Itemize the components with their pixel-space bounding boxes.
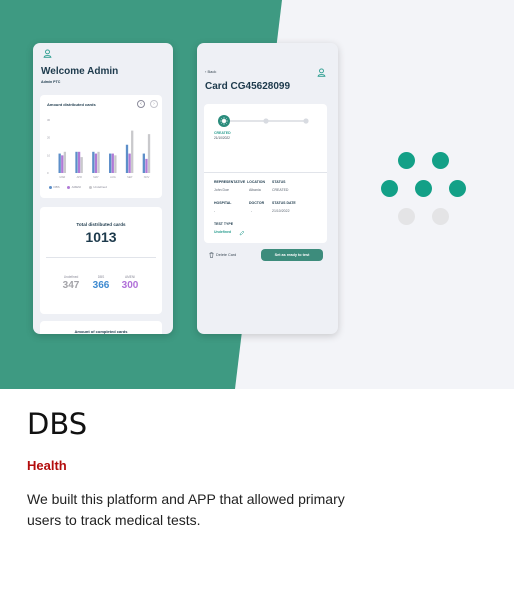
legend-swatch <box>88 185 92 189</box>
dashboard-screen: Welcome Admin Admin PTC Amount distribut… <box>33 43 173 334</box>
divider <box>204 172 327 173</box>
header-doctor: DOCTOR <box>249 201 265 205</box>
bar-chart: 30 20 10 0 MAR APR MAY AUG SEP NOV <box>47 118 151 179</box>
x-tick-label: MAR <box>60 175 66 179</box>
bar-ameni <box>61 155 64 173</box>
hero-section: Welcome Admin Admin PTC Amount distribut… <box>0 0 514 389</box>
header-representative: REPRESENTATIVE <box>214 180 246 184</box>
trash-icon <box>209 252 214 258</box>
stat-ameni: AMENI 300 <box>115 275 145 291</box>
total-label: Total distributed cards <box>76 222 126 227</box>
y-tick-label: 10 <box>47 153 51 157</box>
project-category: Health <box>27 458 67 473</box>
x-tick-label: AUG <box>110 175 116 179</box>
card-detail-panel: CREATED 21/10/2022 REPRESENTATIVE LOCATI… <box>204 104 327 243</box>
back-button[interactable]: ‹ Back <box>205 69 216 74</box>
legend-label: DBS <box>53 185 60 189</box>
delete-card-button[interactable]: Delete Card <box>209 252 236 258</box>
bar-undefined <box>97 151 100 173</box>
set-ready-button[interactable]: Set as ready to test <box>261 249 323 261</box>
total-distributed-card: Total distributed cards 1013 Undefined 3… <box>40 207 162 314</box>
distributed-cards-chart-card: Amount distributed cards ‹ › 30 20 10 0 MAR A… <box>40 95 162 198</box>
stat-value: 300 <box>121 280 139 291</box>
y-tick-label: 20 <box>47 136 51 140</box>
total-value: 1013 <box>85 229 117 245</box>
bar-dbs <box>109 153 112 173</box>
bar-undefined <box>147 134 151 173</box>
bar-ameni <box>77 151 81 173</box>
x-tick-label: APR <box>77 175 82 179</box>
loading-dots <box>380 150 470 230</box>
stat-value: 366 <box>92 280 110 291</box>
status-stepper <box>218 115 309 127</box>
card-detail-screen: ‹ Back Card CG45628099 CREATED 21/10/202… <box>197 43 338 334</box>
x-tick-label: NOV <box>144 175 150 179</box>
bar-dbs <box>75 151 78 173</box>
header-hospital: HOSPITAL <box>214 201 232 205</box>
page-subtitle: Admin PTC <box>41 80 61 84</box>
loader-dot <box>415 180 432 197</box>
stat-value: 347 <box>62 280 80 291</box>
x-tick-label: MAY <box>93 175 99 179</box>
value-doctor: - <box>251 209 253 213</box>
x-tick-label: SEP <box>127 175 132 179</box>
completed-cards-card: Amount of completed cards <box>40 321 162 334</box>
header-status: STATUS <box>272 180 286 184</box>
divider <box>46 257 156 258</box>
loader-dot <box>449 180 466 197</box>
bar-undefined <box>131 130 134 173</box>
legend-label: AMENI <box>71 185 82 189</box>
header-location: LOCATION <box>247 180 266 184</box>
legend-swatch <box>49 185 52 189</box>
page-title: Welcome Admin <box>41 66 119 77</box>
header-test-type: TEST TYPE <box>214 222 234 226</box>
stat-label: DBS <box>97 275 105 279</box>
bar-ameni <box>111 153 114 173</box>
completed-title: Amount of completed cards <box>74 329 128 334</box>
loader-dot <box>398 208 415 225</box>
bar-undefined <box>80 157 83 173</box>
back-label: Back <box>207 69 217 74</box>
stat-dbs: DBS 366 <box>86 275 116 291</box>
stat-label: AMENI <box>124 275 136 279</box>
bar-ameni <box>128 153 131 173</box>
value-representative: John Doe <box>214 188 229 192</box>
value-status: CREATED <box>272 188 289 192</box>
y-tick-label: 30 <box>47 118 51 122</box>
y-tick-label: 0 <box>47 171 49 175</box>
value-hospital: - <box>214 209 216 213</box>
bar-undefined <box>114 155 117 173</box>
delete-card-label: Delete Card <box>216 253 237 257</box>
status-step-label: CREATED <box>214 131 231 135</box>
bar-ameni <box>94 153 98 173</box>
user-icon[interactable] <box>317 68 326 77</box>
bar-ameni <box>145 158 148 173</box>
legend-label: Undefined <box>93 185 107 189</box>
bar-dbs <box>142 153 145 173</box>
legend-swatch <box>67 185 71 189</box>
project-name: DBS <box>27 407 88 441</box>
card-title: Card CG45628099 <box>205 81 291 92</box>
loader-dot <box>398 152 415 169</box>
loader-dot <box>381 180 398 197</box>
pencil-icon[interactable] <box>239 230 245 236</box>
bar-dbs <box>58 153 61 173</box>
header-status-date: STATUS DATE <box>272 201 296 205</box>
status-step-date: 21/10/2022 <box>214 136 230 140</box>
value-test-type: Undefined <box>214 230 232 234</box>
stat-label: Undefined <box>63 275 79 279</box>
value-status-date: 21/10/2022 <box>272 209 290 213</box>
chart-legend: DBS AMENI Undefined <box>49 185 113 189</box>
loader-dot <box>432 208 449 225</box>
bar-dbs <box>125 144 129 173</box>
bar-dbs <box>92 151 95 173</box>
loader-dot <box>432 152 449 169</box>
bar-undefined <box>63 151 67 173</box>
user-icon[interactable] <box>43 49 52 58</box>
stat-undefined: Undefined 347 <box>56 275 86 291</box>
project-description: We built this platform and APP that allo… <box>27 491 345 528</box>
value-location: Albania <box>249 188 261 192</box>
